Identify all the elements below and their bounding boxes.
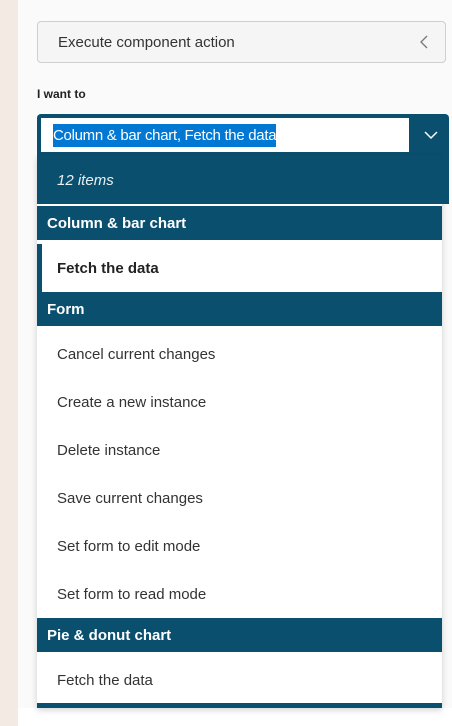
- option-cancel-current-changes[interactable]: Cancel current changes: [37, 330, 442, 378]
- option-set-form-read-mode[interactable]: Set form to read mode: [37, 570, 442, 618]
- dropdown-bottom-bar: [37, 703, 442, 708]
- panel-bottom: [18, 708, 452, 726]
- i-want-to-label: I want to: [37, 87, 86, 101]
- option-column-bar-fetch-data[interactable]: Fetch the data: [37, 244, 442, 292]
- action-button-label: Execute component action: [58, 33, 235, 51]
- group-header-form: Form: [37, 292, 442, 326]
- chevron-left-icon: [420, 35, 428, 49]
- execute-component-action-button[interactable]: Execute component action: [37, 21, 446, 63]
- option-create-new-instance[interactable]: Create a new instance: [37, 378, 442, 426]
- option-set-form-edit-mode[interactable]: Set form to edit mode: [37, 522, 442, 570]
- option-save-current-changes[interactable]: Save current changes: [37, 474, 442, 522]
- action-combobox[interactable]: Column & bar chart, Fetch the data: [37, 114, 449, 156]
- chevron-down-icon[interactable]: [421, 125, 441, 145]
- combobox-selected-text: Column & bar chart, Fetch the data: [53, 123, 277, 147]
- combobox-input[interactable]: Column & bar chart, Fetch the data: [41, 118, 409, 152]
- option-delete-instance[interactable]: Delete instance: [37, 426, 442, 474]
- group-header-column-bar-chart: Column & bar chart: [37, 206, 442, 240]
- item-count: 12 items: [37, 156, 449, 204]
- option-pie-donut-fetch-data[interactable]: Fetch the data: [37, 656, 442, 704]
- group-header-pie-donut-chart: Pie & donut chart: [37, 618, 442, 652]
